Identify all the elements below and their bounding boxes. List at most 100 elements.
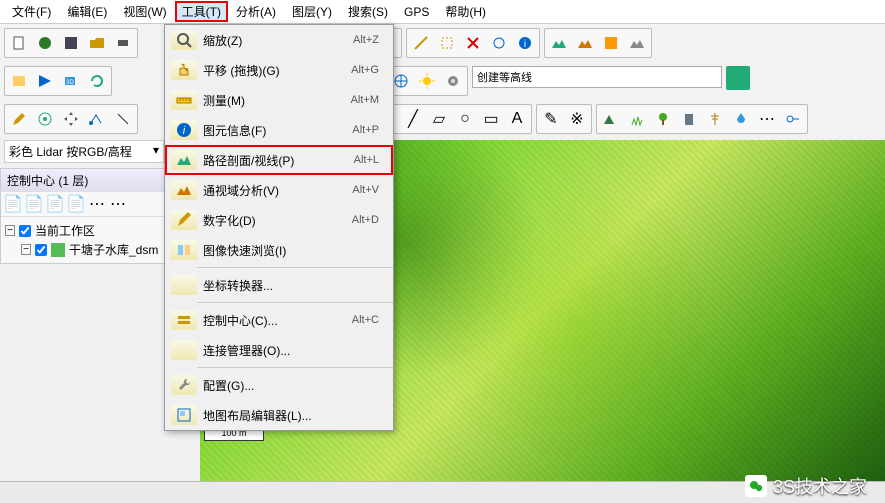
menu-item-label: 平移 (拖拽)(G) bbox=[203, 62, 351, 79]
menu-analysis[interactable]: 分析(A) bbox=[228, 0, 284, 23]
tools-menu-item[interactable]: 平移 (拖拽)(G)Alt+G bbox=[165, 55, 393, 85]
layer-checkbox[interactable] bbox=[35, 244, 47, 256]
new-button[interactable] bbox=[7, 31, 31, 55]
menu-item-label: 测量(M) bbox=[203, 92, 351, 109]
key-icon[interactable] bbox=[781, 107, 805, 131]
globe-button[interactable] bbox=[33, 31, 57, 55]
text-button[interactable]: A bbox=[505, 107, 529, 131]
tools-menu-item[interactable]: 数字化(D)Alt+D bbox=[165, 205, 393, 235]
collapse-icon[interactable]: − bbox=[5, 225, 15, 236]
tools-menu-item[interactable]: 图像快速浏览(I) bbox=[165, 235, 393, 265]
color-ramp-button[interactable] bbox=[599, 31, 623, 55]
tools-menu-item[interactable]: 坐标转换器... bbox=[165, 270, 393, 300]
watermark: 3S技术之家 bbox=[745, 473, 867, 499]
arrow-button[interactable] bbox=[33, 69, 57, 93]
tools-menu-item[interactable]: 配置(G)... bbox=[165, 370, 393, 400]
target-button[interactable] bbox=[33, 107, 57, 131]
menu-item-label: 缩放(Z) bbox=[203, 32, 353, 49]
power-icon[interactable] bbox=[703, 107, 727, 131]
panel-add-button[interactable]: 📄 bbox=[3, 194, 23, 214]
measure-icon bbox=[171, 90, 197, 110]
brush-button[interactable]: ※ bbox=[565, 107, 589, 131]
menu-gps[interactable]: GPS bbox=[396, 2, 437, 22]
menu-item-label: 通视域分析(V) bbox=[203, 182, 352, 199]
rect-button[interactable]: ▭ bbox=[479, 107, 503, 131]
toolbar-row-3: ◦ ╱ ▱ ○ ▭ A ✎ ※ ⋯ bbox=[0, 100, 885, 138]
collapse-icon[interactable]: − bbox=[21, 244, 31, 255]
sun-button[interactable] bbox=[415, 69, 439, 93]
menu-edit[interactable]: 编辑(E) bbox=[59, 0, 115, 23]
wechat-icon bbox=[745, 475, 767, 497]
picker-button[interactable]: ✎ bbox=[539, 107, 563, 131]
tree-icon[interactable] bbox=[651, 107, 675, 131]
menu-tools[interactable]: 工具(T) bbox=[175, 1, 228, 22]
terrain-button[interactable] bbox=[547, 31, 571, 55]
profile-icon bbox=[171, 150, 197, 170]
tools-menu-item[interactable]: 通视域分析(V)Alt+V bbox=[165, 175, 393, 205]
tools-menu-item[interactable]: 连接管理器(O)... bbox=[165, 335, 393, 365]
refresh-button[interactable] bbox=[85, 69, 109, 93]
split-button[interactable] bbox=[111, 107, 135, 131]
ctrl-icon bbox=[171, 310, 197, 330]
swipe-icon bbox=[171, 240, 197, 260]
panel-remove-button[interactable]: 📄 bbox=[45, 194, 65, 214]
panel-refresh-button[interactable]: 📄 bbox=[66, 194, 86, 214]
grid3d-button[interactable]: 3D bbox=[59, 69, 83, 93]
menu-help[interactable]: 帮助(H) bbox=[437, 0, 494, 23]
menu-item-label: 地图布局编辑器(L)... bbox=[203, 407, 379, 424]
tools-menu-item[interactable]: 路径剖面/视线(P)Alt+L bbox=[165, 145, 393, 175]
slope-button[interactable] bbox=[573, 31, 597, 55]
menu-layers[interactable]: 图层(Y) bbox=[284, 0, 340, 23]
menu-item-label: 配置(G)... bbox=[203, 377, 379, 394]
mountain-icon[interactable] bbox=[599, 107, 623, 131]
panel-up-button[interactable]: ⋯ bbox=[87, 194, 107, 214]
menu-item-shortcut: Alt+M bbox=[351, 94, 387, 106]
save-button[interactable] bbox=[59, 31, 83, 55]
line-button[interactable]: ╱ bbox=[401, 107, 425, 131]
tools-menu-item[interactable]: 地图布局编辑器(L)... bbox=[165, 400, 393, 430]
toolbar-row-2: 3D bbox=[0, 62, 885, 100]
menu-file[interactable]: 文件(F) bbox=[4, 0, 59, 23]
layer-select[interactable]: 彩色 Lidar 按RGB/高程 ▾ bbox=[4, 140, 164, 163]
menu-item-shortcut: Alt+G bbox=[351, 64, 387, 76]
menu-view[interactable]: 视图(W) bbox=[115, 0, 174, 23]
menu-search[interactable]: 搜索(S) bbox=[340, 0, 396, 23]
tools-menu-item[interactable]: i图元信息(F)Alt+P bbox=[165, 115, 393, 145]
panel-down-button[interactable]: ⋯ bbox=[108, 194, 128, 214]
run-contour-button[interactable] bbox=[726, 66, 750, 90]
menubar: 文件(F) 编辑(E) 视图(W) 工具(T) 分析(A) 图层(Y) 搜索(S… bbox=[0, 0, 885, 24]
draw-line-button[interactable] bbox=[409, 31, 433, 55]
root-checkbox[interactable] bbox=[19, 225, 31, 237]
menu-item-shortcut: Alt+L bbox=[354, 154, 387, 166]
tools-menu-item[interactable]: 控制中心(C)...Alt+C bbox=[165, 305, 393, 335]
points-icon[interactable]: ⋯ bbox=[755, 107, 779, 131]
menu-item-label: 路径剖面/视线(P) bbox=[203, 152, 354, 169]
open-button[interactable] bbox=[85, 31, 109, 55]
menu-item-label: 图元信息(F) bbox=[203, 122, 352, 139]
menu-item-shortcut: Alt+D bbox=[352, 214, 387, 226]
panel-add2-button[interactable]: 📄 bbox=[24, 194, 44, 214]
circle-button[interactable]: ○ bbox=[453, 107, 477, 131]
info-icon: i bbox=[171, 120, 197, 140]
gear-button[interactable] bbox=[441, 69, 465, 93]
water-icon[interactable] bbox=[729, 107, 753, 131]
poly-button[interactable]: ▱ bbox=[427, 107, 451, 131]
svg-text:i: i bbox=[524, 39, 526, 50]
chevron-down-icon: ▾ bbox=[153, 143, 159, 160]
delete-button[interactable] bbox=[461, 31, 485, 55]
tools-menu-item[interactable]: 测量(M)Alt+M bbox=[165, 85, 393, 115]
vertex-button[interactable] bbox=[85, 107, 109, 131]
hillshade-button[interactable] bbox=[625, 31, 649, 55]
draw-poly-button[interactable] bbox=[435, 31, 459, 55]
pan-icon bbox=[171, 60, 197, 80]
contour-input[interactable] bbox=[472, 66, 722, 88]
print-button[interactable] bbox=[111, 31, 135, 55]
edit-pencil-button[interactable] bbox=[7, 107, 31, 131]
move-button[interactable] bbox=[59, 107, 83, 131]
grass-icon[interactable] bbox=[625, 107, 649, 131]
feature-info-button[interactable]: i bbox=[513, 31, 537, 55]
edit-shape-button[interactable] bbox=[487, 31, 511, 55]
tools-menu-item[interactable]: 缩放(Z)Alt+Z bbox=[165, 25, 393, 55]
script-button[interactable] bbox=[7, 69, 31, 93]
building-icon[interactable] bbox=[677, 107, 701, 131]
